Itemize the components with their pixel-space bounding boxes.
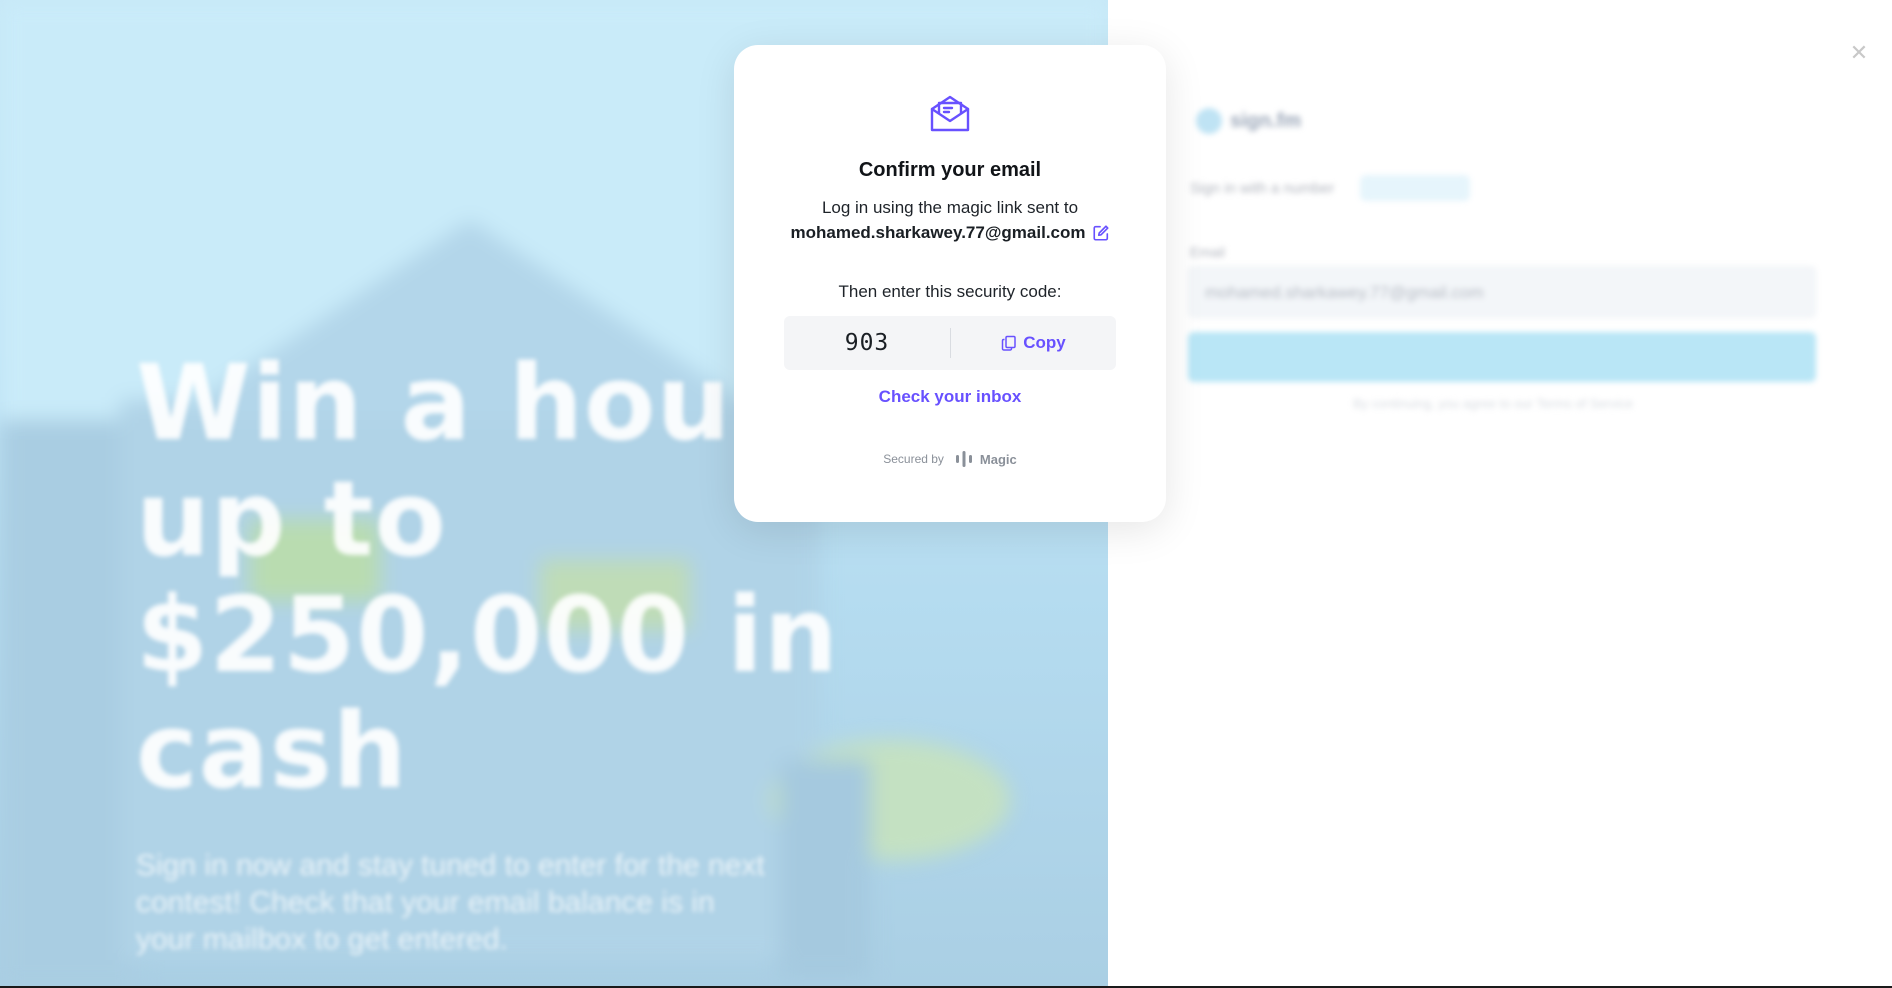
secured-by: Secured by Magic — [734, 449, 1166, 469]
brand-logo: sign.fm — [1196, 108, 1301, 134]
security-code-box: 903 Copy — [784, 316, 1116, 370]
copy-icon — [1002, 335, 1016, 351]
email-address: mohamed.sharkawey.77@gmail.com — [790, 223, 1086, 242]
page: Win a house or up to $250,000 in cash Si… — [0, 0, 1892, 988]
hero-subtitle: Sign in now and stay tuned to enter for … — [136, 849, 765, 956]
confirm-email-modal: Confirm your email Log in using the magi… — [734, 45, 1166, 522]
magic-brand: Magic — [954, 449, 1017, 469]
signin-panel-content: sign.fm Sign in with a number Email moha… — [1108, 0, 1892, 986]
tab-pill[interactable] — [1360, 175, 1471, 201]
magic-logo-icon — [955, 451, 972, 467]
brand-name: sign.fm — [1230, 109, 1302, 132]
submit-button[interactable] — [1188, 332, 1816, 382]
brand-icon — [1196, 108, 1222, 134]
signin-tabs: Sign in with a number — [1190, 175, 1471, 201]
terms-text: By continuing, you agree to our Terms of… — [1353, 396, 1634, 411]
tab-sign-in-number[interactable]: Sign in with a number — [1190, 180, 1334, 197]
modal-title: Confirm your email — [858, 159, 1042, 181]
copy-label: Copy — [1023, 333, 1066, 352]
email-field[interactable]: mohamed.sharkawey.77@gmail.com — [1188, 266, 1816, 318]
email-label: Email — [1190, 244, 1226, 260]
secured-by-label: Secured by — [883, 452, 944, 466]
mail-open-icon — [930, 95, 970, 132]
copy-button[interactable]: Copy — [951, 333, 1116, 353]
email-row: mohamed.sharkawey.77@gmail.com — [734, 223, 1166, 243]
security-code: 903 — [844, 330, 890, 356]
signin-panel: ✕ sign.fm Sign in with a number Email mo… — [1108, 0, 1892, 986]
check-inbox-link[interactable]: Check your inbox — [734, 387, 1166, 407]
magic-name: Magic — [979, 451, 1017, 467]
code-prompt: Then enter this security code: — [838, 282, 1062, 301]
edit-icon[interactable] — [1092, 224, 1110, 242]
modal-description: Log in using the magic link sent to — [821, 198, 1079, 217]
